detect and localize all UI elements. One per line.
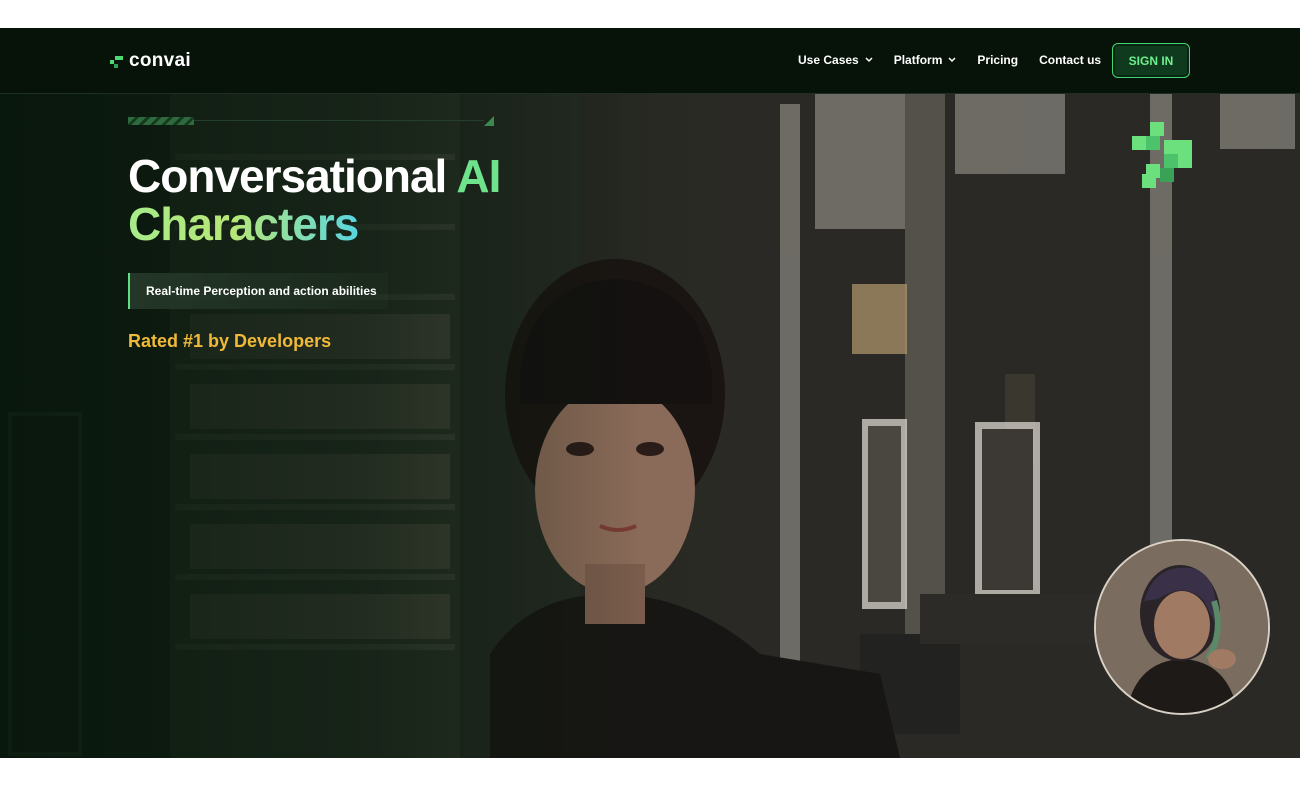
page-frame: convai Use Cases Platform Pricing Contac… (0, 28, 1300, 758)
hero-tagline-text: Real-time Perception and action abilitie… (146, 284, 377, 298)
nav-item-label: Platform (893, 53, 943, 67)
sign-in-button[interactable]: SIGN IN (1112, 43, 1190, 78)
decorative-stripe (128, 117, 194, 125)
nav-item-pricing[interactable]: Pricing (977, 53, 1018, 67)
nav-item-use-cases[interactable]: Use Cases (798, 53, 873, 67)
nav-item-platform[interactable]: Platform (894, 53, 957, 67)
convai-logo-icon (110, 55, 123, 68)
chevron-down-icon (865, 57, 873, 63)
hero-tagline: Real-time Perception and action abilitie… (128, 273, 388, 309)
nav-item-label: Contact us (1039, 53, 1102, 67)
top-nav: convai Use Cases Platform Pricing Contac… (0, 28, 1300, 94)
hero-title: Conversational AI Characters (128, 150, 501, 250)
logo[interactable]: convai (110, 50, 191, 72)
decorative-line (194, 120, 484, 121)
nav-menu: Use Cases Platform Pricing Contact us (798, 53, 1122, 67)
nav-item-label: Pricing (977, 53, 1019, 67)
nav-item-label: Use Cases (798, 53, 859, 67)
convai-pixel-mark-icon (1132, 122, 1192, 188)
nav-item-contact-us[interactable]: Contact us (1039, 53, 1101, 67)
hero-title-part1: Conversational (128, 150, 457, 202)
hero-section: Conversational AI Characters Real-time P… (0, 94, 1300, 758)
user-avatar-image (1096, 541, 1268, 713)
hero-title-line2: Characters (128, 198, 359, 250)
user-video-bubble (1094, 539, 1270, 715)
rated-badge: Rated #1 by Developers (128, 331, 332, 351)
decorative-corner (484, 116, 494, 126)
logo-text: convai (129, 50, 191, 71)
chevron-down-icon (948, 57, 956, 63)
hero-title-highlight: AI (456, 150, 501, 202)
